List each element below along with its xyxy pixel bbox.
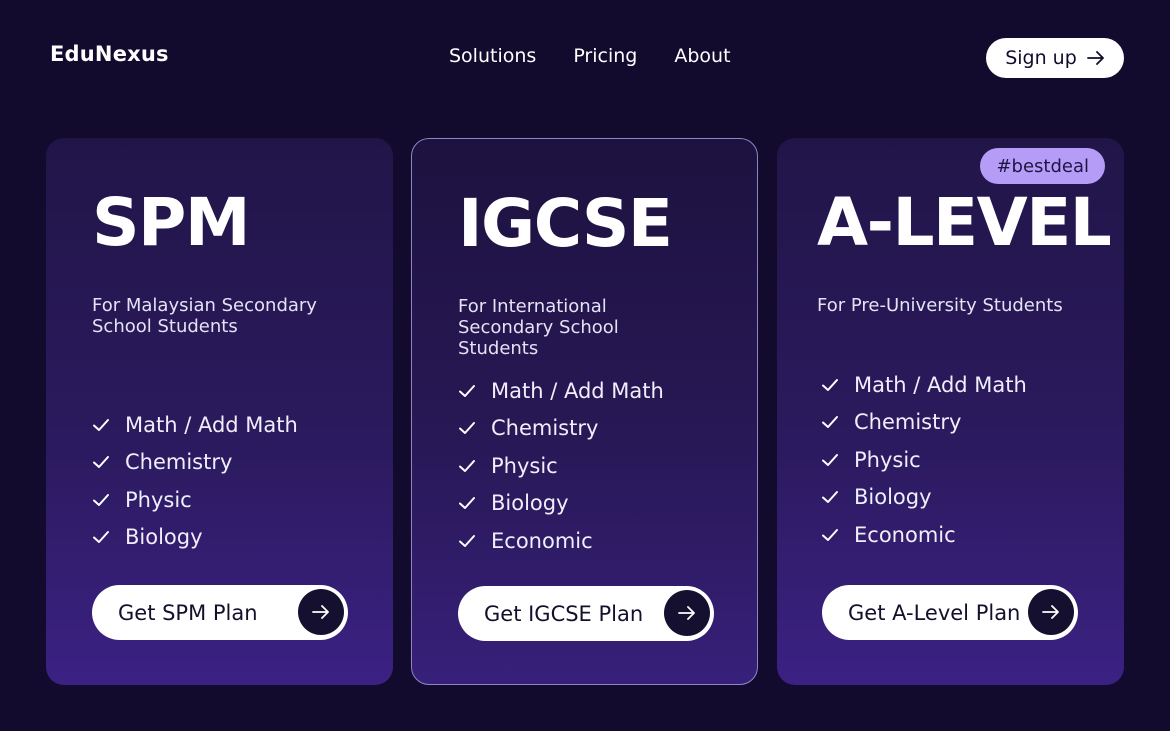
feature-item: Physic xyxy=(458,447,664,485)
plan-title: IGCSE xyxy=(458,185,673,262)
check-icon xyxy=(822,528,838,541)
feature-item: Chemistry xyxy=(458,410,664,448)
plan-button-label: Get A-Level Plan xyxy=(848,600,1021,625)
feature-item: Physic xyxy=(92,481,298,519)
check-icon xyxy=(459,384,475,397)
feature-label: Economic xyxy=(491,528,593,553)
get-a-level-plan-button[interactable]: Get A-Level Plan xyxy=(822,585,1078,640)
check-icon xyxy=(93,493,109,506)
plan-title: SPM xyxy=(92,184,251,261)
nav-pricing[interactable]: Pricing xyxy=(573,45,637,67)
feature-label: Math / Add Math xyxy=(854,372,1027,397)
feature-item: Biology xyxy=(821,479,1027,517)
plan-button-label: Get SPM Plan xyxy=(118,600,258,625)
check-icon xyxy=(93,456,109,469)
check-icon xyxy=(459,534,475,547)
feature-list: Math / Add Math Chemistry Physic Biology… xyxy=(821,366,1027,554)
plan-card-spm: SPM For Malaysian Secondary School Stude… xyxy=(46,138,393,685)
feature-label: Chemistry xyxy=(125,450,233,475)
plan-card-igcse: IGCSE For International Secondary School… xyxy=(411,138,758,685)
feature-item: Math / Add Math xyxy=(821,366,1027,404)
main-nav: Solutions Pricing About xyxy=(449,45,768,67)
check-icon xyxy=(822,416,838,429)
feature-item: Math / Add Math xyxy=(458,372,664,410)
plan-card-a-level: #bestdeal A-LEVEL For Pre-University Stu… xyxy=(777,138,1124,685)
plan-subtitle: For International Secondary School Stude… xyxy=(458,296,619,359)
arrow-right-icon[interactable] xyxy=(664,590,710,636)
arrow-right-icon[interactable] xyxy=(1028,589,1074,635)
feature-label: Biology xyxy=(491,491,569,516)
brand-logo[interactable]: EduNexus xyxy=(50,42,169,66)
get-igcse-plan-button[interactable]: Get IGCSE Plan xyxy=(458,586,714,641)
feature-label: Math / Add Math xyxy=(491,378,664,403)
feature-item: Chemistry xyxy=(821,404,1027,442)
arrow-right-icon xyxy=(1086,51,1104,65)
plan-title: A-LEVEL xyxy=(817,184,1112,261)
feature-list: Math / Add Math Chemistry Physic Biology… xyxy=(458,372,664,560)
signup-label: Sign up xyxy=(1005,47,1077,69)
bestdeal-badge: #bestdeal xyxy=(980,148,1105,184)
feature-item: Biology xyxy=(92,519,298,557)
check-icon xyxy=(93,531,109,544)
feature-label: Biology xyxy=(125,525,203,550)
plan-subtitle: For Malaysian Secondary School Students xyxy=(92,295,317,337)
feature-item: Physic xyxy=(821,441,1027,479)
feature-item: Economic xyxy=(821,516,1027,554)
check-icon xyxy=(822,378,838,391)
feature-item: Economic xyxy=(458,522,664,560)
nav-solutions[interactable]: Solutions xyxy=(449,45,536,67)
plan-button-label: Get IGCSE Plan xyxy=(484,601,644,626)
check-icon xyxy=(93,418,109,431)
get-spm-plan-button[interactable]: Get SPM Plan xyxy=(92,585,348,640)
feature-label: Physic xyxy=(125,487,192,512)
nav-about[interactable]: About xyxy=(674,45,730,67)
check-icon xyxy=(822,491,838,504)
feature-item: Chemistry xyxy=(92,444,298,482)
arrow-right-icon[interactable] xyxy=(298,589,344,635)
check-icon xyxy=(459,497,475,510)
feature-label: Economic xyxy=(854,522,956,547)
check-icon xyxy=(459,422,475,435)
check-icon xyxy=(822,453,838,466)
feature-label: Math / Add Math xyxy=(125,412,298,437)
signup-button[interactable]: Sign up xyxy=(986,38,1124,78)
feature-label: Chemistry xyxy=(854,410,962,435)
feature-label: Chemistry xyxy=(491,416,599,441)
feature-label: Physic xyxy=(491,453,558,478)
feature-item: Math / Add Math xyxy=(92,406,298,444)
feature-item: Biology xyxy=(458,485,664,523)
check-icon xyxy=(459,459,475,472)
feature-label: Biology xyxy=(854,485,932,510)
plan-subtitle: For Pre-University Students xyxy=(817,295,1063,316)
feature-list: Math / Add Math Chemistry Physic Biology xyxy=(92,406,298,556)
feature-label: Physic xyxy=(854,447,921,472)
